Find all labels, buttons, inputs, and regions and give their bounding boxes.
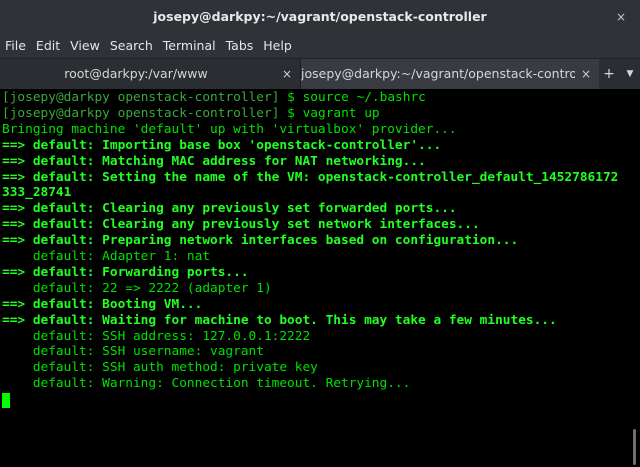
command-line: [josepy@darkpy openstack-controller] $ s… xyxy=(2,90,426,106)
output-line: ==> default: Importing base box 'opensta… xyxy=(2,137,442,153)
output-line: ==> default: Matching MAC address for NA… xyxy=(2,153,426,169)
tab-bar: root@darkpy:/var/www × josepy@darkpy:~/v… xyxy=(0,59,640,89)
output-line: default: Warning: Connection timeout. Re… xyxy=(2,376,411,392)
prompt-symbol: $ xyxy=(287,90,295,105)
menu-bar: File Edit View Search Terminal Tabs Help xyxy=(0,34,640,59)
menu-help[interactable]: Help xyxy=(258,34,297,58)
output-line: ==> default: Clearing any previously set… xyxy=(2,201,457,217)
close-window-icon[interactable]: × xyxy=(612,8,630,26)
tab-label: root@darkpy:/var/www xyxy=(64,66,208,81)
menu-edit[interactable]: Edit xyxy=(31,34,65,58)
output-line: ==> default: Booting VM... xyxy=(2,296,203,312)
scrollbar-thumb[interactable] xyxy=(633,429,636,465)
tab-list-dropdown-icon[interactable]: ▼ xyxy=(620,59,640,89)
terminal-output[interactable]: [josepy@darkpy openstack-controller] $ s… xyxy=(0,89,628,467)
output-line: ==> default: Preparing network interface… xyxy=(2,233,519,249)
output-line: default: Adapter 1: nat xyxy=(2,249,211,264)
title-bar[interactable]: josepy@darkpy:~/vagrant/openstack-contro… xyxy=(0,0,640,34)
prompt-user: josepy@darkpy xyxy=(9,90,110,105)
prompt-directory: openstack-controller xyxy=(117,90,272,105)
scrollbar[interactable] xyxy=(628,89,640,467)
prompt-bracket: [ xyxy=(2,105,10,121)
menu-tabs[interactable]: Tabs xyxy=(221,34,259,58)
output-line: default: SSH username: vagrant xyxy=(2,344,264,360)
text-cursor xyxy=(2,392,10,408)
menu-terminal[interactable]: Terminal xyxy=(158,34,221,58)
output-line: Bringing machine 'default' up with 'virt… xyxy=(2,121,457,137)
new-tab-icon[interactable]: + xyxy=(598,59,620,89)
command-line: [josepy@darkpy openstack-controller] $ v… xyxy=(2,106,380,122)
command-text: source ~/.bashrc xyxy=(302,90,426,105)
prompt-bracket: [ xyxy=(2,90,10,105)
output-line: default: 22 => 2222 (adapter 1) xyxy=(2,280,272,296)
prompt-symbol: $ xyxy=(287,105,295,121)
output-line: default: SSH auth method: private key xyxy=(2,360,318,376)
output-line: ==> default: Setting the name of the VM:… xyxy=(2,169,619,185)
output-line: default: SSH address: 127.0.0.1:2222 xyxy=(2,328,311,344)
menu-view[interactable]: View xyxy=(65,34,105,58)
tab-root-www[interactable]: root@darkpy:/var/www × xyxy=(0,59,300,89)
prompt-directory: openstack-controller xyxy=(117,105,272,121)
output-line: ==> default: Clearing any previously set… xyxy=(2,217,480,233)
menu-file[interactable]: File xyxy=(0,34,31,58)
output-line: ==> default: Waiting for machine to boot… xyxy=(2,312,557,328)
output-line: 333_28741 xyxy=(2,185,72,201)
window-title: josepy@darkpy:~/vagrant/openstack-contro… xyxy=(153,9,487,24)
command-text: vagrant up xyxy=(302,105,380,121)
tab-label: josepy@darkpy:~/vagrant/openstack-contro… xyxy=(301,66,575,81)
terminal-window: josepy@darkpy:~/vagrant/openstack-contro… xyxy=(0,0,640,467)
output-line: ==> default: Forwarding ports... xyxy=(2,264,249,280)
close-tab-icon[interactable]: × xyxy=(280,59,294,89)
tab-openstack-controller[interactable]: josepy@darkpy:~/vagrant/openstack-contro… xyxy=(300,59,599,89)
prompt-user: josepy@darkpy xyxy=(9,105,110,121)
close-tab-icon[interactable]: × xyxy=(579,59,593,89)
menu-search[interactable]: Search xyxy=(105,34,158,58)
